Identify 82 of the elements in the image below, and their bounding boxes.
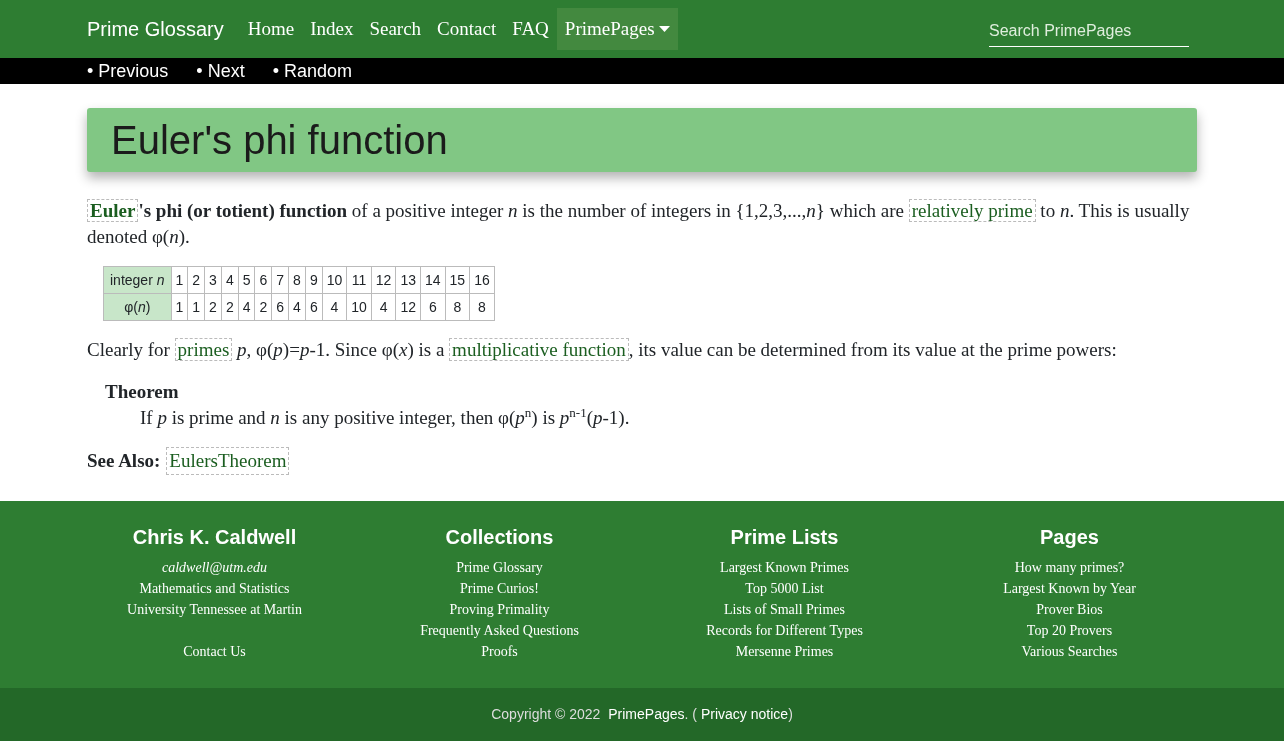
table-cell: 3 <box>204 266 222 294</box>
see-also-label: See Also: <box>87 449 161 473</box>
table-cell: 16 <box>469 266 495 294</box>
table-cell: 6 <box>305 293 323 321</box>
table-cell: 6 <box>255 266 272 294</box>
table-cell: 2 <box>204 293 222 321</box>
footer-link[interactable]: How many primes? <box>1014 557 1125 578</box>
copyright-text: Copyright © 2022 PrimePages. ( Privacy notice) <box>491 705 793 724</box>
glossary-link[interactable]: primes <box>174 338 233 361</box>
table-cell: 4 <box>371 293 396 321</box>
table-cell: 13 <box>395 266 421 294</box>
table-cell: 9 <box>305 266 323 294</box>
subnav-link[interactable]: • Random <box>272 59 352 83</box>
explanation-paragraph: Clearly for primes p, φ(p)=p-1. Since φ(x) is a multiplicative function, its value can be determined from its value at the prime powers: <box>87 337 1118 363</box>
footer-link[interactable]: Prime Curios! <box>460 578 539 599</box>
footer-link[interactable]: Privacy notice <box>700 706 789 722</box>
footer-heading: Chris K. Caldwell <box>131 525 298 549</box>
see-also-link[interactable]: EulersTheorem <box>166 447 290 475</box>
site-brand[interactable]: Prime Glossary <box>87 17 224 41</box>
table-cell: 7 <box>271 266 289 294</box>
nav-link[interactable]: Contact <box>429 8 505 50</box>
table-cell: 4 <box>238 293 255 321</box>
footer-link[interactable]: Mathematics and Statistics <box>139 578 290 599</box>
subnav-link[interactable]: • Next <box>196 59 245 83</box>
table-cell: 8 <box>288 266 306 294</box>
table-cell: 4 <box>288 293 306 321</box>
table-cell: 10 <box>346 293 372 321</box>
nav-link[interactable]: Search <box>361 8 430 50</box>
table-cell: 6 <box>420 293 446 321</box>
nav-link[interactable]: Index <box>302 8 362 50</box>
table-cell: 14 <box>420 266 446 294</box>
footer-heading: Collections <box>444 525 555 549</box>
table-cell: 1 <box>187 293 205 321</box>
nav-link[interactable]: FAQ <box>504 8 557 50</box>
table-cell: 8 <box>445 293 470 321</box>
page-title: Euler's phi function <box>87 108 1197 172</box>
table-cell: 1 <box>171 266 188 294</box>
footer-link[interactable]: Prover Bios <box>1036 599 1103 620</box>
glossary-link[interactable]: Euler <box>87 199 139 222</box>
search-field[interactable]: Search PrimePages <box>989 15 1189 47</box>
theorem-statement: If p is prime and n is any positive integer, then φ(p$^{n}$) is p$^{n-1}$(p-1). <box>140 405 631 430</box>
table-cell: 12 <box>371 266 396 294</box>
footer-link[interactable]: Various Searches <box>1021 641 1118 662</box>
footer-link[interactable]: PrimePages <box>608 706 685 722</box>
footer-link[interactable]: University Tennessee at Martin <box>127 599 302 620</box>
footer-link[interactable]: Contact Us <box>183 641 246 662</box>
table-cell: 15 <box>445 266 470 294</box>
footer-heading: Prime Lists <box>729 525 840 549</box>
table-cell: 2 <box>187 266 205 294</box>
footer-link[interactable]: Top 20 Provers <box>1026 620 1113 641</box>
glossary-link[interactable]: relatively prime <box>908 199 1036 222</box>
table-header-cell: integer n <box>103 266 171 294</box>
footer-link[interactable]: Frequently Asked Questions <box>420 620 579 641</box>
table-cell: 12 <box>395 293 421 321</box>
table-cell: 2 <box>221 293 239 321</box>
theorem-heading: Theorem <box>105 380 180 404</box>
footer-link[interactable]: Top 5000 List <box>745 578 824 599</box>
glossary-link[interactable]: multiplicative function <box>449 338 629 361</box>
table-cell: 1 <box>171 293 188 321</box>
footer-link[interactable]: Proofs <box>481 641 518 662</box>
table-cell: 2 <box>255 293 272 321</box>
table-cell: 8 <box>469 293 495 321</box>
table-cell: 4 <box>322 293 347 321</box>
email-link[interactable]: caldwell@utm.edu <box>162 557 267 578</box>
footer-link[interactable]: Prime Glossary <box>456 557 543 578</box>
subnav-link[interactable]: • Previous <box>87 59 169 83</box>
footer-link[interactable]: Largest Known Primes <box>720 557 849 578</box>
table-cell: 11 <box>346 266 372 294</box>
nav-link[interactable]: Home <box>239 8 303 50</box>
table-cell: 5 <box>238 266 255 294</box>
footer-link[interactable]: Proving Primality <box>449 599 550 620</box>
table-cell: 10 <box>322 266 347 294</box>
table-header-cell: φ(n) <box>103 293 171 321</box>
nav-link[interactable]: PrimePages <box>556 8 678 50</box>
table-cell: 4 <box>221 266 239 294</box>
footer-link[interactable]: Records for Different Types <box>706 620 863 641</box>
footer-link[interactable]: Mersenne Primes <box>735 641 834 662</box>
table-cell: 6 <box>271 293 289 321</box>
footer-link[interactable]: Largest Known by Year <box>1003 578 1136 599</box>
footer-link[interactable]: Lists of Small Primes <box>724 599 845 620</box>
definition-paragraph: Euler's phi (or totient) function of a positive integer n is the number of integers in {1,2,3,...,n} which are relatively prime to n. This is usually denoted φ(n). <box>87 198 1191 249</box>
footer-heading: Pages <box>1039 525 1100 549</box>
